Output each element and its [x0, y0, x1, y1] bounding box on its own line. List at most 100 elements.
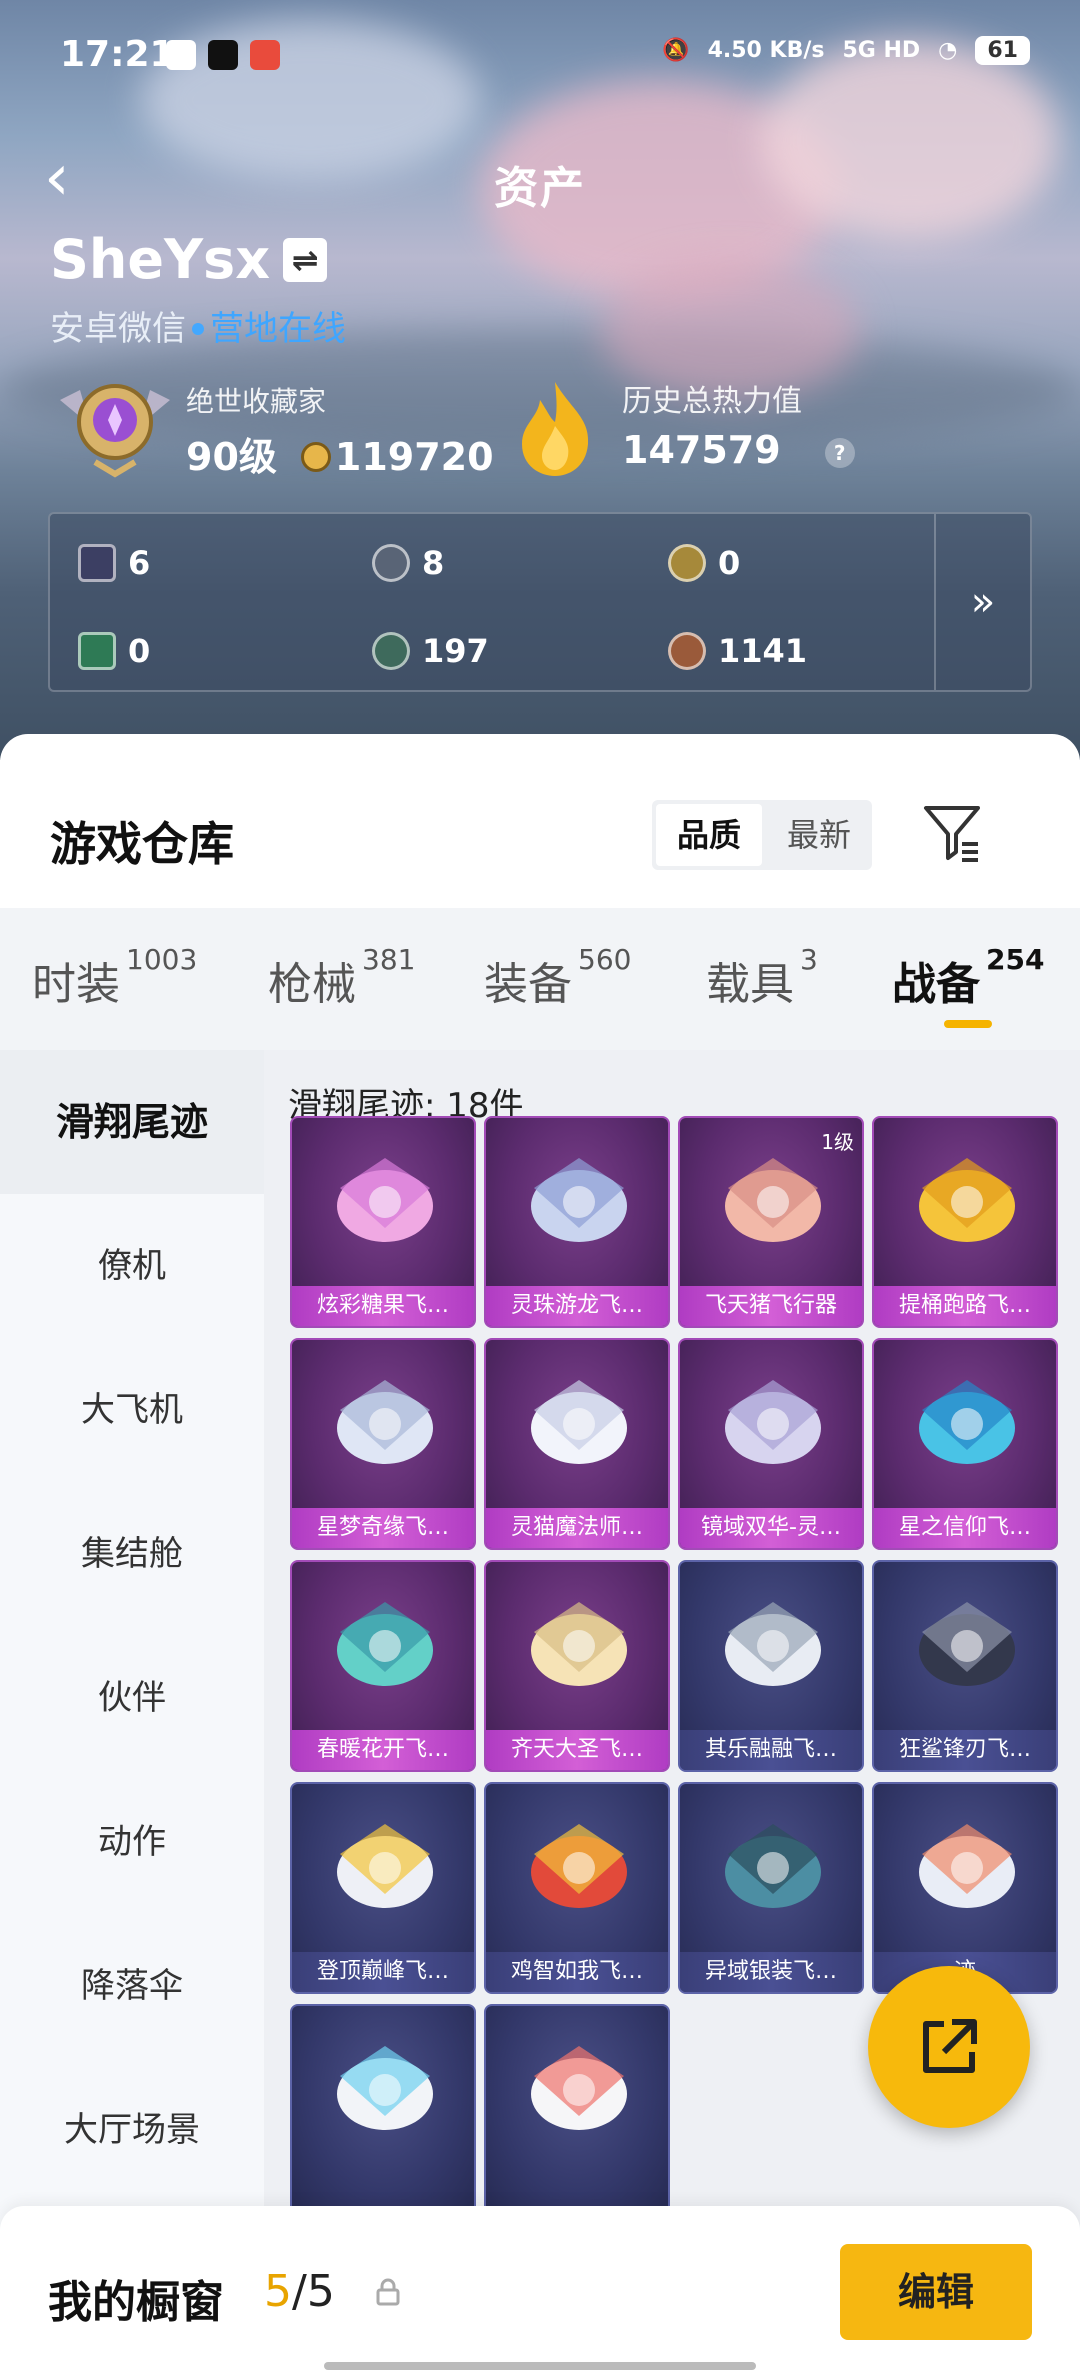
item-card[interactable]: 迹: [872, 1782, 1058, 1994]
item-thumbnail-icon: [531, 1824, 627, 1908]
item-thumbnail-icon: [919, 1380, 1015, 1464]
item-card[interactable]: 星之信仰飞…: [872, 1338, 1058, 1550]
item-grid-area: 滑翔尾迹: 18件 炫彩糖果飞… 灵珠游龙飞… 1级 飞天猪飞行器 提桶跑路飞… 星梦奇缘…: [264, 1050, 1080, 2376]
sort-quality-button[interactable]: 品质: [656, 804, 762, 866]
online-dot-icon: [192, 322, 204, 335]
item-thumbnail-icon: [337, 2046, 433, 2130]
video-app-icon: [166, 40, 196, 70]
item-card[interactable]: 登顶巅峰飞…: [290, 1782, 476, 1994]
tab-fashion[interactable]: 时装 1003: [32, 943, 197, 1012]
item-name: 狂鲨锋刃飞…: [874, 1730, 1056, 1770]
item-name: 提桶跑路飞…: [874, 1286, 1056, 1326]
item-thumbnail-icon: [337, 1380, 433, 1464]
item-name: 灵珠游龙飞…: [486, 1286, 668, 1326]
item-thumbnail-icon: [919, 1824, 1015, 1908]
item-name: 春暖花开飞…: [292, 1730, 474, 1770]
username: SheYsx: [50, 228, 271, 291]
profile-header: 17:21 🔕 4.50 KB/s 5G HD ◔ 61 ‹ 资产 SheYsx…: [0, 0, 1080, 760]
online-status: 营地在线: [210, 309, 346, 349]
sort-toggle: 品质 最新: [652, 800, 872, 870]
showcase-label: 我的橱窗: [48, 2277, 224, 2328]
battery-indicator: 61: [975, 36, 1030, 65]
net-type: 5G HD: [842, 38, 921, 63]
card-icon: [78, 544, 116, 582]
sidebar-item-wingman[interactable]: 僚机: [0, 1194, 264, 1338]
item-card[interactable]: 齐天大圣飞…: [484, 1560, 670, 1772]
item-card[interactable]: 炫彩糖果飞…: [290, 1116, 476, 1328]
item-name: 异域银装飞…: [680, 1952, 862, 1992]
currency-panel[interactable]: 6 8 0 0 197 1141 »: [48, 512, 1032, 692]
currency-item: 1141: [668, 632, 807, 670]
warehouse-panel: 游戏仓库 品质 最新 时装 1003 枪械 381 装备 560 载具 3 战备 254 …: [0, 734, 1080, 2376]
item-thumbnail-icon: [531, 1158, 627, 1242]
currency-item: 6: [78, 544, 150, 582]
sidebar-item-big-plane[interactable]: 大飞机: [0, 1338, 264, 1482]
sidebar-item-glide-trail[interactable]: 滑翔尾迹: [0, 1050, 264, 1194]
status-bar: 17:21 🔕 4.50 KB/s 5G HD ◔ 61: [0, 0, 1080, 120]
tab-combat-gear[interactable]: 战备 254: [892, 943, 1044, 1012]
item-card[interactable]: [290, 2004, 476, 2216]
help-icon[interactable]: ?: [824, 437, 855, 468]
tab-equipment[interactable]: 装备 560: [484, 943, 631, 1012]
item-card[interactable]: [484, 2004, 670, 2216]
sidebar-item-emote[interactable]: 动作: [0, 1770, 264, 1914]
item-name: 其乐融融飞…: [680, 1730, 862, 1770]
collector-points: 119720: [334, 435, 494, 479]
item-name: 星梦奇缘飞…: [292, 1508, 474, 1548]
item-thumbnail-icon: [531, 1602, 627, 1686]
item-card[interactable]: 灵珠游龙飞…: [484, 1116, 670, 1328]
currency-item: 0: [78, 632, 150, 670]
currency-item: 8: [372, 544, 444, 582]
showcase-count: 5/5: [264, 2266, 335, 2317]
active-tab-indicator: [944, 1020, 992, 1028]
item-card[interactable]: 鸡智如我飞…: [484, 1782, 670, 1994]
item-name: 齐天大圣飞…: [486, 1730, 668, 1770]
gold-badge-icon: [668, 544, 706, 582]
item-thumbnail-icon: [531, 2046, 627, 2130]
showcase-bar: 我的橱窗 5/5 编辑: [0, 2206, 1080, 2376]
gem-icon: [372, 632, 410, 670]
tab-guns[interactable]: 枪械 381: [268, 943, 415, 1012]
item-card[interactable]: 提桶跑路飞…: [872, 1116, 1058, 1328]
item-thumbnail-icon: [725, 1824, 821, 1908]
item-card[interactable]: 春暖花开飞…: [290, 1560, 476, 1772]
item-name: 登顶巅峰飞…: [292, 1952, 474, 1992]
wifi-icon: ◔: [938, 38, 958, 63]
item-card[interactable]: 灵猫魔法师…: [484, 1338, 670, 1550]
screen: { "status": { "time": "17:21", "net_spee…: [0, 0, 1080, 2376]
currency-item: 197: [372, 632, 489, 670]
stats-row: 绝世收藏家 90级 119720 历史总热力值 147579?: [50, 370, 1030, 480]
flame-icon: [522, 382, 589, 476]
tab-vehicles[interactable]: 载具 3: [706, 943, 818, 1012]
platform-label: 安卓微信: [50, 309, 186, 349]
item-thumbnail-icon: [919, 1602, 1015, 1686]
item-name: 鸡智如我飞…: [486, 1952, 668, 1992]
share-button[interactable]: [868, 1966, 1030, 2128]
item-card[interactable]: 1级 飞天猪飞行器: [678, 1116, 864, 1328]
mute-icon: 🔕: [662, 38, 690, 63]
collector-emblem-icon: [60, 384, 170, 478]
warehouse-body: 滑翔尾迹 僚机 大飞机 集结舱 伙伴 动作 降落伞 大厅场景 滑翔尾迹: 18件…: [0, 1050, 1080, 2376]
item-name: 炫彩糖果飞…: [292, 1286, 474, 1326]
filter-icon[interactable]: [920, 800, 984, 864]
sidebar-item-lobby-scene[interactable]: 大厅场景: [0, 2058, 264, 2202]
edit-button[interactable]: 编辑: [840, 2244, 1032, 2340]
news-app-icon: [250, 40, 280, 70]
sidebar-item-partner[interactable]: 伙伴: [0, 1626, 264, 1770]
item-card[interactable]: 星梦奇缘飞…: [290, 1338, 476, 1550]
item-card[interactable]: 狂鲨锋刃飞…: [872, 1560, 1058, 1772]
bronze-coin-icon: [668, 632, 706, 670]
sort-newest-button[interactable]: 最新: [766, 800, 872, 870]
home-indicator: [324, 2362, 756, 2370]
item-card[interactable]: 其乐融融飞…: [678, 1560, 864, 1772]
item-card[interactable]: 异域银装飞…: [678, 1782, 864, 1994]
switch-account-icon[interactable]: ⇌: [283, 237, 328, 282]
sidebar-item-parachute[interactable]: 降落伞: [0, 1914, 264, 2058]
sidebar-item-pod[interactable]: 集结舱: [0, 1482, 264, 1626]
item-card[interactable]: 镜域双华-灵…: [678, 1338, 864, 1550]
green-card-icon: [78, 632, 116, 670]
item-thumbnail-icon: [337, 1602, 433, 1686]
chevron-double-right-icon[interactable]: »: [934, 514, 1030, 690]
subcategory-sidebar: 滑翔尾迹 僚机 大飞机 集结舱 伙伴 动作 降落伞 大厅场景: [0, 1050, 264, 2376]
item-thumbnail-icon: [531, 1380, 627, 1464]
